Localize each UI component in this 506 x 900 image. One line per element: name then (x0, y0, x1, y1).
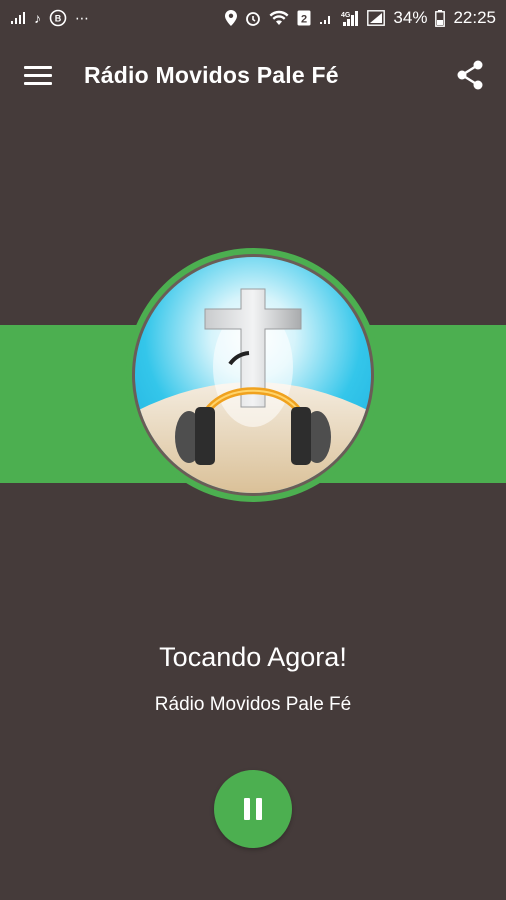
station-logo (125, 247, 381, 503)
battery-percent: 34% (393, 8, 428, 27)
app-toolbar: Rádio Movidos Pale Fé (0, 36, 506, 114)
menu-button[interactable] (24, 60, 54, 90)
pause-icon (256, 798, 262, 820)
status-bar: ♪ B ⋯ 2 4G 34% 22:25 (0, 0, 506, 36)
wifi-icon (269, 10, 289, 26)
share-icon (457, 60, 483, 90)
pause-button[interactable] (214, 770, 292, 848)
pause-icon (244, 798, 250, 820)
cell-signal-4g-icon: 4G (341, 10, 359, 26)
battery-icon (435, 9, 446, 27)
location-icon (225, 10, 238, 26)
svg-text:B: B (55, 14, 62, 24)
b-circle-icon: B (49, 9, 67, 27)
menu-icon-line (24, 65, 52, 69)
svg-text:4G: 4G (341, 12, 351, 19)
clock: 22:25 (453, 8, 496, 27)
svg-text:2: 2 (301, 14, 307, 26)
alarm-icon (245, 10, 261, 26)
menu-icon-line (24, 81, 52, 85)
cell-signal-1-icon (319, 11, 333, 25)
now-playing-label: Tocando Agora! (159, 642, 347, 672)
cell-signal-icon (367, 10, 386, 26)
station-name: Rádio Movidos Pale Fé (154, 694, 352, 715)
menu-icon-line (24, 73, 52, 77)
more-icon: ⋯ (75, 10, 89, 26)
sim-2-icon: 2 (297, 10, 311, 26)
signal-icon (10, 11, 26, 25)
share-button[interactable] (454, 59, 486, 91)
music-note-icon: ♪ (34, 10, 41, 26)
page-title: Rádio Movidos Pale Fé (84, 61, 339, 88)
